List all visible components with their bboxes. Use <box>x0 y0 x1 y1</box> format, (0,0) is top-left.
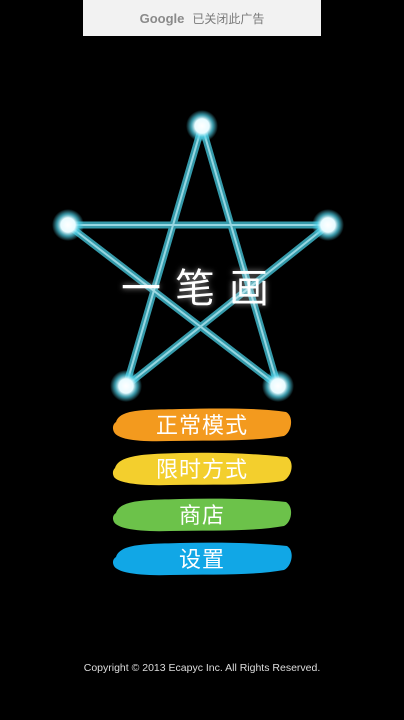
star-node-left <box>52 209 84 241</box>
ad-closed-text: 已关闭此广告 <box>192 11 265 26</box>
shop-button[interactable]: 商店 <box>0 492 404 536</box>
settings-label: 设置 <box>178 548 225 573</box>
timed-mode-button[interactable]: 限时方式 <box>0 446 404 490</box>
normal-mode-button[interactable]: 正常模式 <box>0 402 404 446</box>
star-node-bottom-right <box>262 370 294 402</box>
ad-banner[interactable]: Google 已关闭此广告 <box>83 0 321 36</box>
settings-button[interactable]: 设置 <box>0 536 404 580</box>
normal-mode-label: 正常模式 <box>155 414 248 439</box>
star-node-bottom-left <box>110 370 142 402</box>
ad-brand: Google <box>139 10 185 26</box>
star-node-top <box>186 110 218 142</box>
star-node-right <box>312 209 344 241</box>
star-logo <box>0 90 404 420</box>
game-title: 一笔画 <box>121 266 283 312</box>
timed-mode-label: 限时方式 <box>155 458 248 483</box>
copyright-text: Copyright © 2013 Ecapyc Inc. All Rights … <box>83 662 321 674</box>
shop-label: 商店 <box>178 504 225 529</box>
star-icon <box>52 110 344 402</box>
